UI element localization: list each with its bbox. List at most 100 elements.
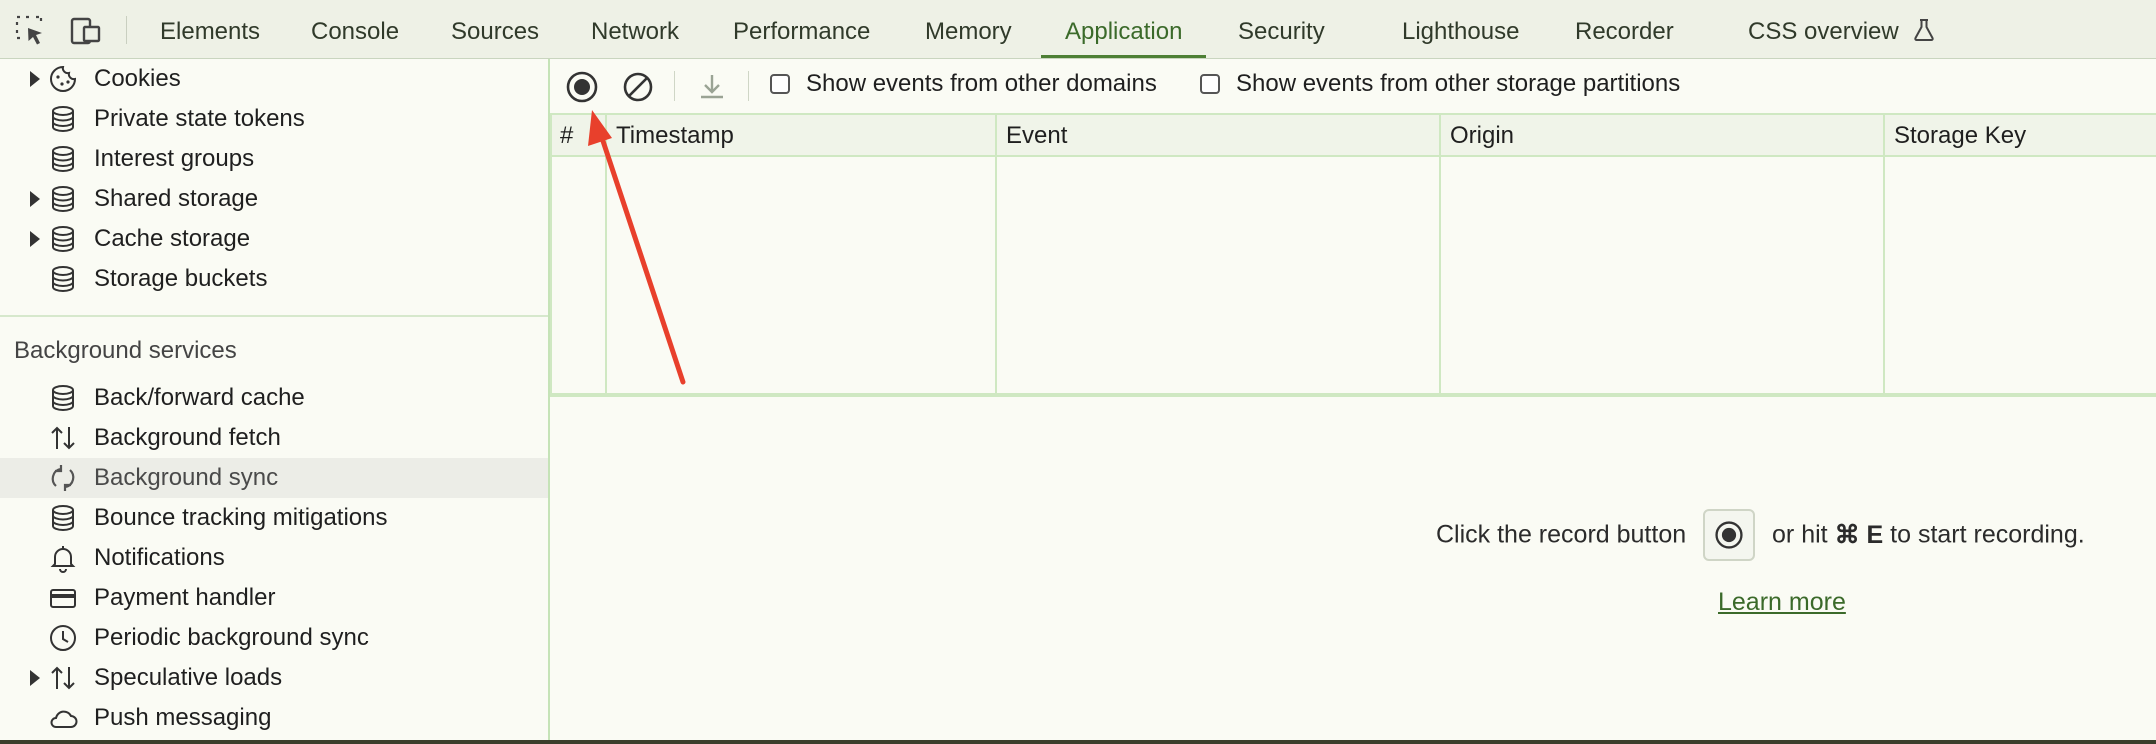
column-divider <box>1883 115 1885 395</box>
checkbox-other-partitions-label[interactable]: Show events from other storage partition… <box>1236 69 1680 99</box>
column-divider <box>1439 115 1441 395</box>
checkbox-other-partitions[interactable] <box>1200 74 1220 94</box>
database-icon <box>52 385 74 412</box>
sidebar-item-background-fetch[interactable]: Background fetch <box>0 418 548 458</box>
database-icon <box>52 226 74 253</box>
tab-recorder[interactable]: Recorder <box>1575 0 1674 58</box>
toolbar-separator <box>748 71 749 101</box>
sidebar-item-periodic-background-sync[interactable]: Periodic background sync <box>0 618 548 658</box>
column-header-storage-key[interactable]: Storage Key <box>1894 115 2026 155</box>
expand-arrow-icon[interactable] <box>30 231 40 247</box>
tab-memory[interactable]: Memory <box>925 0 1012 58</box>
sidebar-item-back-forward-cache[interactable]: Back/forward cache <box>0 378 548 418</box>
panel-toolbar: Show events from other domains Show even… <box>550 59 2156 115</box>
sidebar-item-cache-storage[interactable]: Cache storage <box>0 219 548 259</box>
sidebar-item-speculative-loads[interactable]: Speculative loads <box>0 658 548 698</box>
application-sidebar: Background services Cookies Private state… <box>0 59 550 740</box>
column-header-origin[interactable]: Origin <box>1450 115 1514 155</box>
database-icon <box>52 186 74 213</box>
checkbox-other-domains-label[interactable]: Show events from other domains <box>806 69 1157 99</box>
sidebar-item-payment-handler[interactable]: Payment handler <box>0 578 548 618</box>
clock-icon <box>50 625 76 651</box>
tab-sources[interactable]: Sources <box>451 0 539 58</box>
sidebar-item-label: Shared storage <box>94 185 259 212</box>
column-divider <box>995 115 997 395</box>
sidebar-item-label: Bounce tracking mitigations <box>94 504 388 531</box>
sidebar-item-label: Speculative loads <box>94 664 283 691</box>
sidebar-item-label: Private state tokens <box>94 105 305 132</box>
inspect-element-icon[interactable] <box>14 14 48 48</box>
sidebar-divider <box>0 315 548 317</box>
device-toggle-icon[interactable] <box>68 14 102 48</box>
record-icon <box>1715 521 1743 549</box>
database-icon <box>52 505 74 532</box>
sidebar-item-interest-groups[interactable]: Interest groups <box>0 139 548 179</box>
devtools-window: Elements Console Sources Network Perform… <box>0 0 2156 740</box>
empty-state-message: Click the record button or hit ⌘ E to st… <box>1436 509 2085 561</box>
table-bottom-border <box>550 393 2156 397</box>
up-down-arrows-icon <box>51 666 75 690</box>
cloud-icon <box>50 710 78 728</box>
clear-icon[interactable] <box>620 69 656 105</box>
sidebar-item-cookies[interactable]: Cookies <box>0 59 548 99</box>
keyboard-shortcut: ⌘ E <box>1834 521 1884 549</box>
tab-elements[interactable]: Elements <box>160 0 260 58</box>
column-divider <box>550 115 552 395</box>
tab-security[interactable]: Security <box>1238 0 1325 58</box>
sidebar-item-label: Background fetch <box>94 424 281 451</box>
database-icon <box>52 266 74 293</box>
sidebar-item-label: Interest groups <box>94 145 255 172</box>
sidebar-item-label: Push messaging <box>94 704 272 731</box>
background-services-panel: Show events from other domains Show even… <box>550 59 2156 740</box>
sidebar-item-notifications[interactable]: Notifications <box>0 538 548 578</box>
inline-record-button[interactable] <box>1703 509 1756 561</box>
checkbox-other-domains[interactable] <box>770 74 790 94</box>
sidebar-item-label: Periodic background sync <box>94 624 369 651</box>
expand-arrow-icon[interactable] <box>30 670 40 686</box>
sidebar-item-storage-buckets[interactable]: Storage buckets <box>0 259 548 299</box>
up-down-arrows-icon <box>51 426 75 450</box>
download-icon[interactable] <box>694 69 730 105</box>
sidebar-item-label: Back/forward cache <box>94 384 305 411</box>
section-title-background-services: Background services <box>14 337 237 364</box>
tab-application[interactable]: Application <box>1040 0 1207 58</box>
sidebar-item-label: Background sync <box>94 464 279 491</box>
column-header-index[interactable]: # <box>560 115 573 155</box>
empty-state-prefix: Click the record button <box>1436 520 1687 549</box>
learn-more-link[interactable]: Learn more <box>1718 588 1846 617</box>
sidebar-item-label: Cookies <box>94 65 181 92</box>
devtools-tab-bar: Elements Console Sources Network Perform… <box>0 0 2156 59</box>
expand-arrow-icon[interactable] <box>30 191 40 207</box>
sidebar-item-push-messaging[interactable]: Push messaging <box>0 698 548 738</box>
sidebar-item-private-state-tokens[interactable]: Private state tokens <box>0 99 548 139</box>
sync-icon <box>51 465 75 491</box>
empty-state-suffix: to start recording. <box>1890 520 2085 549</box>
cookie-icon <box>50 65 77 92</box>
experiment-flask-icon <box>1914 19 1935 41</box>
bell-icon <box>50 546 76 573</box>
tab-css-overview[interactable]: CSS overview <box>1748 0 1935 58</box>
sidebar-item-label: Payment handler <box>94 584 276 611</box>
sidebar-item-label: Storage buckets <box>94 265 268 292</box>
database-icon <box>52 106 74 133</box>
sidebar-item-background-sync[interactable]: Background sync <box>0 458 548 498</box>
database-icon <box>52 146 74 173</box>
record-icon[interactable] <box>564 69 600 105</box>
sidebar-item-shared-storage[interactable]: Shared storage <box>0 179 548 219</box>
tabbar-separator <box>126 16 127 44</box>
tab-lighthouse[interactable]: Lighthouse <box>1402 0 1519 58</box>
sidebar-item-label: Cache storage <box>94 225 251 252</box>
sidebar-item-bounce-tracking-mitigations[interactable]: Bounce tracking mitigations <box>0 498 548 538</box>
sidebar-item-label: Notifications <box>94 544 225 571</box>
column-divider <box>605 115 607 395</box>
column-header-event[interactable]: Event <box>1006 115 1067 155</box>
empty-state-middle: or hit <box>1772 520 1828 549</box>
tab-css-overview-label: CSS overview <box>1748 18 1899 45</box>
column-header-timestamp[interactable]: Timestamp <box>616 115 734 155</box>
tab-network[interactable]: Network <box>591 0 679 58</box>
toolbar-separator <box>674 71 675 101</box>
expand-arrow-icon[interactable] <box>30 71 40 87</box>
tab-performance[interactable]: Performance <box>733 0 870 58</box>
events-table: # Timestamp Event Origin Storage Key <box>550 115 2156 397</box>
tab-console[interactable]: Console <box>311 0 399 58</box>
